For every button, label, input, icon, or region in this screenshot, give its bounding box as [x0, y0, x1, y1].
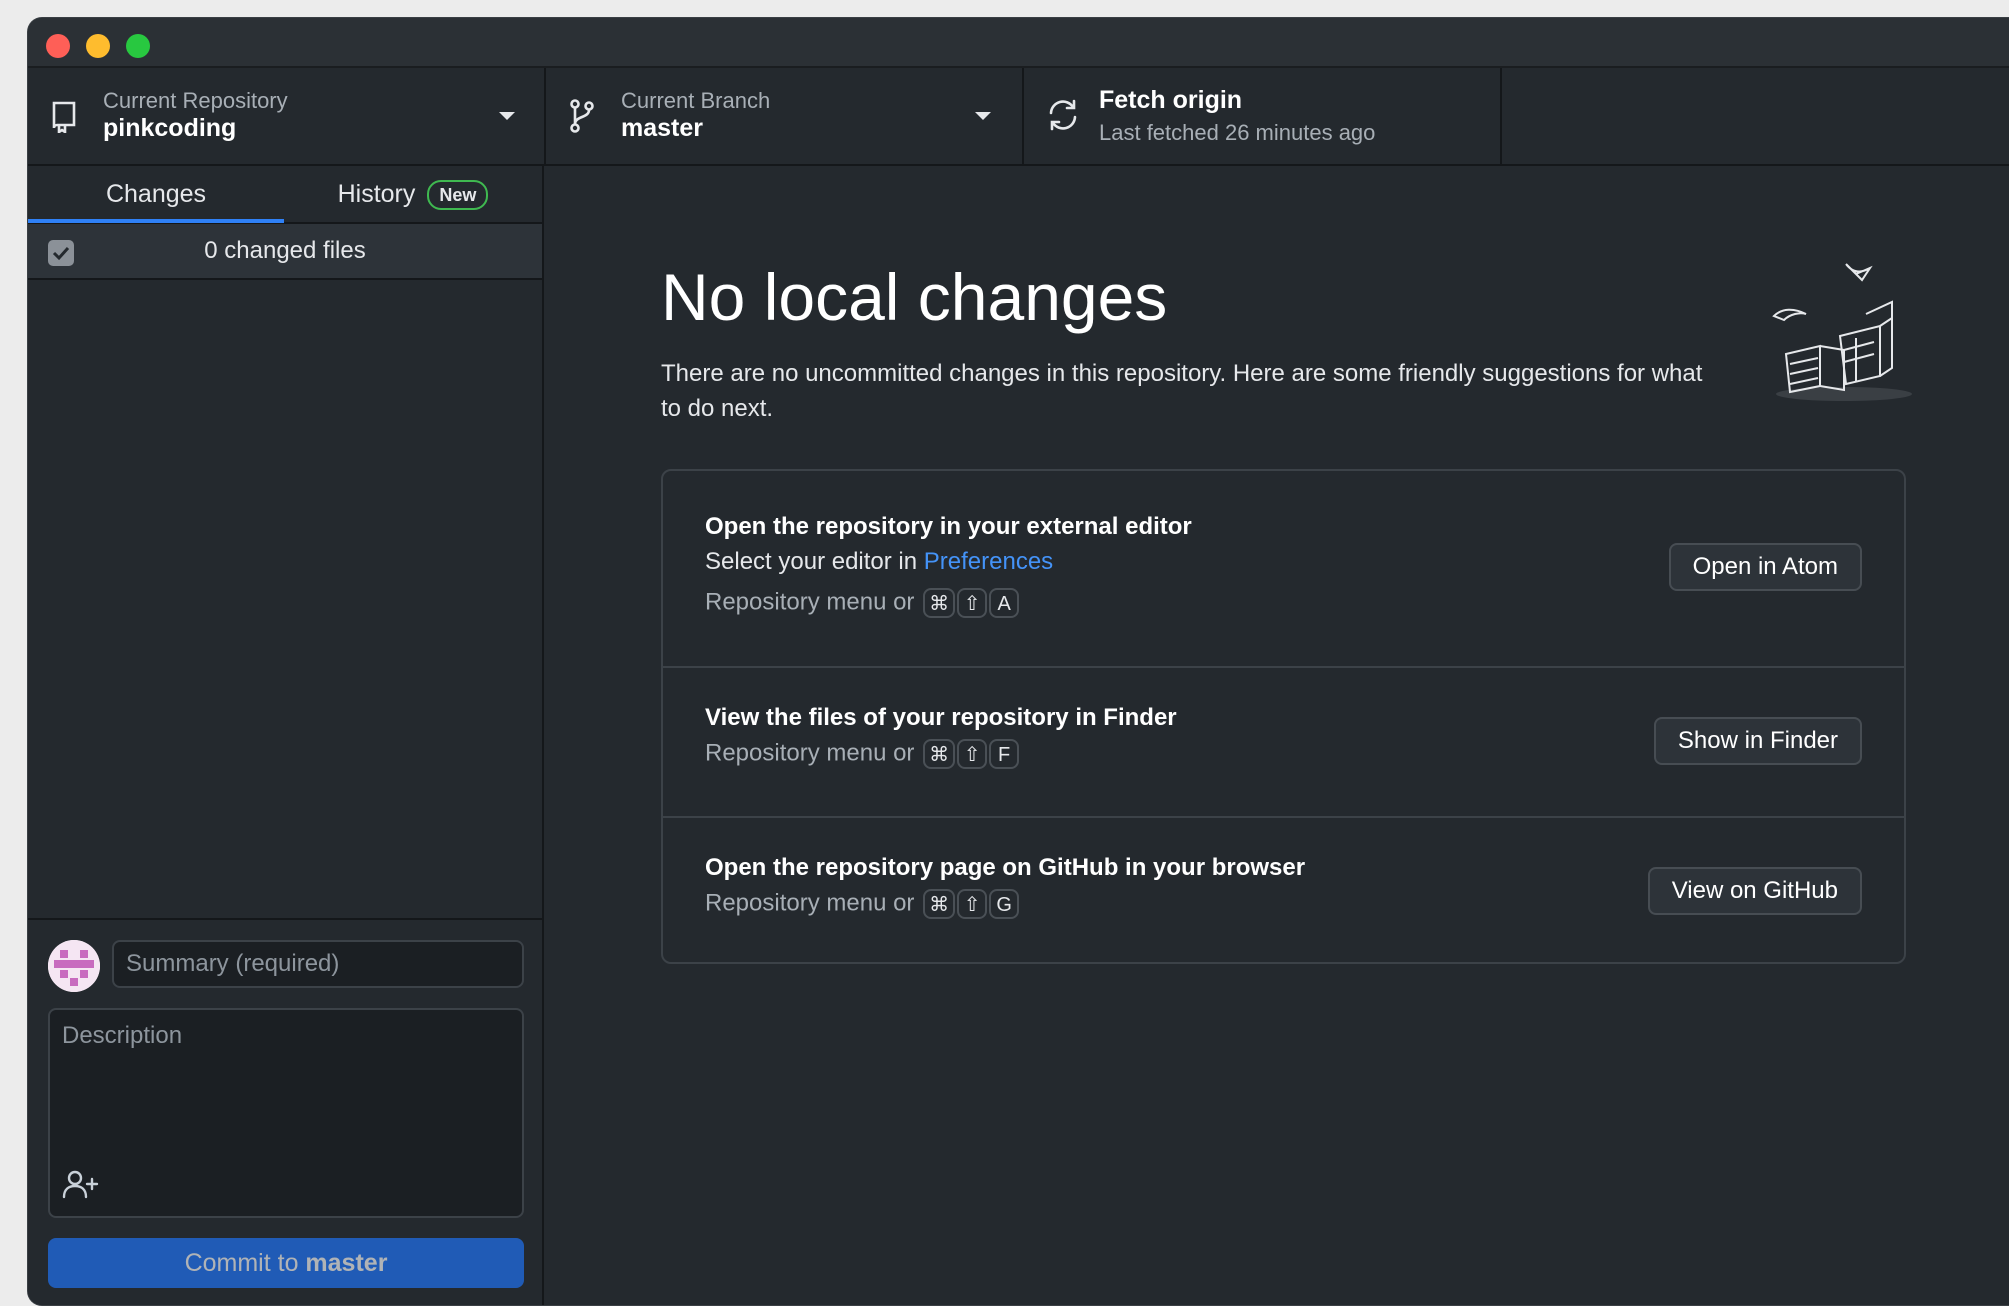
command-key: ⌘	[923, 889, 956, 919]
commit-form: Commit to master	[28, 918, 542, 1305]
close-window-button[interactable]	[46, 34, 70, 58]
title-bar	[28, 18, 2009, 68]
changed-files-count: 0 changed files	[204, 237, 366, 264]
sync-icon	[1046, 98, 1080, 137]
suggestion-finder: View the files of your repository in Fin…	[663, 666, 1904, 816]
toolbar: Current Repository pinkcoding Current Br…	[28, 68, 2009, 166]
show-in-finder-button[interactable]: Show in Finder	[1653, 717, 1862, 765]
fetch-status: Last fetched 26 minutes ago	[1099, 120, 1376, 145]
tab-changes[interactable]: Changes	[28, 166, 284, 222]
suggestion-github: Open the repository page on GitHub in yo…	[663, 816, 1904, 962]
chevron-down-icon	[498, 108, 516, 126]
minimize-window-button[interactable]	[86, 34, 110, 58]
description-input[interactable]	[50, 1010, 522, 1160]
suggestion-editor-text: Select your editor in Preferences	[705, 548, 1053, 576]
fetch-origin-button[interactable]: Fetch origin Last fetched 26 minutes ago	[1024, 68, 1502, 164]
repo-icon	[50, 99, 78, 138]
suggestion-github-shortcut: Repository menu or ⌘ ⇧ G	[705, 889, 1020, 919]
changed-files-header: 0 changed files	[28, 224, 542, 280]
suggestion-editor-shortcut: Repository menu or ⌘ ⇧ A	[705, 588, 1020, 618]
repository-name: pinkcoding	[103, 114, 237, 142]
tab-history-label: History	[337, 180, 416, 208]
suggestion-finder-shortcut: Repository menu or ⌘ ⇧ F	[705, 739, 1020, 769]
suggestion-editor-text-prefix: Select your editor in	[705, 548, 924, 575]
avatar	[48, 940, 100, 992]
command-key: ⌘	[923, 588, 956, 618]
suggestion-github-title: Open the repository page on GitHub in yo…	[705, 854, 1306, 881]
main-panel: No local changes There are no uncommitte…	[544, 166, 2009, 1305]
preferences-link[interactable]: Preferences	[924, 548, 1053, 575]
repository-label: Current Repository	[103, 88, 288, 113]
page-subtitle: There are no uncommitted changes in this…	[661, 360, 1703, 422]
view-on-github-button[interactable]: View on GitHub	[1647, 867, 1862, 915]
page-title: No local changes	[661, 260, 1168, 334]
summary-input[interactable]	[112, 940, 524, 988]
suggestion-finder-title: View the files of your repository in Fin…	[705, 704, 1177, 731]
new-badge: New	[427, 180, 489, 211]
branch-icon	[568, 98, 596, 139]
zoom-window-button[interactable]	[126, 34, 150, 58]
suggestion-editor: Open the repository in your external edi…	[663, 471, 1904, 666]
commit-button-prefix: Commit to	[184, 1248, 306, 1277]
commit-button-branch: master	[305, 1248, 388, 1277]
chevron-down-icon	[974, 108, 992, 126]
shortcut-hint-text: Repository menu or	[705, 739, 915, 767]
shift-key: ⇧	[957, 588, 988, 618]
letter-key: A	[989, 588, 1020, 618]
shift-key: ⇧	[957, 739, 988, 769]
commit-button[interactable]: Commit to master	[48, 1238, 524, 1288]
branch-label: Current Branch	[621, 88, 771, 113]
letter-key: F	[989, 739, 1020, 769]
letter-key: G	[989, 889, 1020, 919]
current-repository-dropdown[interactable]: Current Repository pinkcoding	[28, 68, 546, 164]
suggestions-panel: Open the repository in your external edi…	[661, 469, 1906, 964]
sidebar: Changes History New 0 changed files Summ…	[28, 166, 544, 1305]
tab-changes-label: Changes	[105, 180, 207, 208]
fetch-title: Fetch origin	[1099, 86, 1243, 114]
suggestion-editor-title: Open the repository in your external edi…	[705, 513, 1192, 540]
description-box	[48, 1008, 524, 1218]
empty-state-illustration	[1766, 258, 1916, 413]
app-window: Current Repository pinkcoding Current Br…	[28, 18, 2009, 1305]
shortcut-hint-text: Repository menu or	[705, 889, 915, 917]
command-key: ⌘	[923, 739, 956, 769]
add-coauthor-icon[interactable]	[62, 1169, 100, 1204]
shortcut-hint-text: Repository menu or	[705, 588, 915, 616]
open-in-editor-button[interactable]: Open in Atom	[1668, 543, 1862, 591]
current-branch-dropdown[interactable]: Current Branch master	[546, 68, 1024, 164]
active-tab-indicator	[28, 219, 284, 223]
sidebar-tabs: Changes History New	[28, 166, 542, 224]
tab-history[interactable]: History New	[284, 166, 542, 222]
branch-name: master	[621, 114, 703, 142]
shift-key: ⇧	[957, 889, 988, 919]
